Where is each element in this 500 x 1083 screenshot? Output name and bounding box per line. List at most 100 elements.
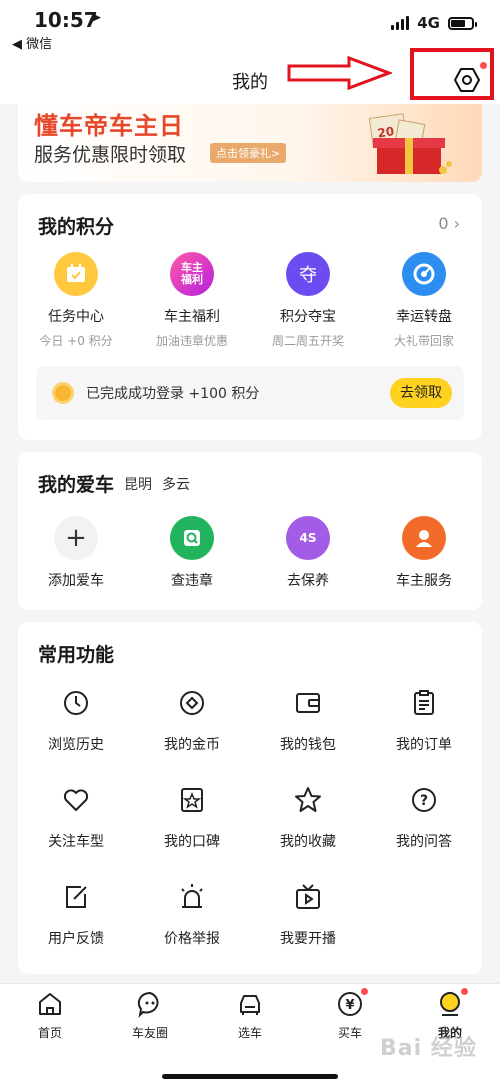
func-label: 价格举报 [164,931,220,947]
promo-banner[interactable]: 懂车帝车主日 服务优惠限时领取 点击领豪礼> 20 [18,104,482,182]
points-item-label: 任务中心 [48,309,104,325]
func-label: 我的口碑 [164,834,220,850]
points-item-desc: 加油违章优惠 [155,334,228,348]
points-card: 我的积分 0 › 任务中心 今日 +0 积分 车主福利 车主福利 加油违章优惠 … [18,194,482,440]
tab-label: 选车 [237,1026,262,1040]
func-label: 我的收藏 [280,834,336,850]
func-label: 我的钱包 [280,737,336,753]
chevron-right-icon: › [453,214,460,233]
functions-title: 常用功能 [38,644,115,666]
func-my-wallet[interactable]: 我的钱包 [250,688,366,785]
annotation-arrow [287,56,392,90]
car-item-violation[interactable]: 查违章 [134,516,250,590]
car-item-service[interactable]: 车主服务 [366,516,482,590]
buy-car-notification-dot [361,988,368,995]
func-my-favorites[interactable]: 我的收藏 [250,785,366,882]
func-label: 我的金币 [164,737,220,753]
network-type: 4G [417,14,440,32]
yuan-icon: ¥ [336,988,368,1018]
banner-title: 懂车帝车主日 [34,112,184,140]
points-item-desc: 周二周五开奖 [271,334,344,348]
car-item-maintenance[interactable]: 4S 去保养 [250,516,366,590]
points-value[interactable]: 0 › [438,214,460,233]
car-item-label: 添加爱车 [48,573,104,589]
car-item-label: 车主服务 [396,573,452,589]
clock-icon [64,691,88,715]
func-price-report[interactable]: 价格举报 [134,882,250,979]
status-indicators: 4G [391,14,477,32]
feedback-icon [66,886,87,908]
points-item-label: 幸运转盘 [396,309,452,325]
watermark: Bai 经验 [380,1036,477,1061]
annotation-highlight-box [410,48,494,100]
svg-text:?: ? [420,793,428,809]
welfare-badge-icon: 车主福利 [170,252,214,296]
welfare-badge-text: 车主福利 [181,261,203,286]
func-my-reviews[interactable]: 我的口碑 [134,785,250,882]
func-label: 我的问答 [396,834,452,850]
tab-community[interactable]: 车友圈 [100,990,200,1041]
points-item-welfare[interactable]: 车主福利 车主福利 加油违章优惠 [134,252,250,349]
func-user-feedback[interactable]: 用户反馈 [18,882,134,979]
star-icon [295,787,321,812]
func-label: 我要开播 [280,931,336,947]
coin-icon [52,382,74,404]
car-weather: 多云 [162,477,190,493]
points-item-lucky-wheel[interactable]: 幸运转盘 大礼带回家 [366,252,482,349]
func-my-coins[interactable]: 我的金币 [134,688,250,785]
func-my-qa[interactable]: ? 我的问答 [366,785,482,882]
home-indicator [162,1074,338,1079]
functions-grid: 浏览历史 我的金币 我的钱包 我的订单 关注车型 我的口碑 我的收藏 ? 我的问 [18,688,482,979]
func-label: 关注车型 [48,834,104,850]
settings-notification-dot [480,62,487,69]
tab-choose-car[interactable]: 选车 [200,990,300,1041]
banner-button[interactable]: 点击领豪礼> [210,143,287,163]
banner-subtitle: 服务优惠限时领取 [34,144,187,166]
login-reward-bar: 已完成成功登录 +100 积分 去领取 [36,366,464,420]
settings-hexagon-icon[interactable] [453,66,481,94]
my-car-card: 我的爱车 昆明 多云 + 添加爱车 查违章 4S 去保养 车主服务 [18,452,482,610]
review-icon [181,788,203,812]
claim-button[interactable]: 去领取 [390,378,452,408]
login-reward-text: 已完成成功登录 +100 积分 [86,386,260,402]
points-grid: 任务中心 今日 +0 积分 车主福利 车主福利 加油违章优惠 夺 积分夺宝 周二… [18,252,482,349]
violation-icon [170,516,214,560]
profile-notification-dot [461,988,468,995]
points-title: 我的积分 [38,216,115,238]
profile-icon [436,988,468,1018]
points-item-treasure[interactable]: 夺 积分夺宝 周二周五开奖 [250,252,366,349]
tv-icon [296,884,320,909]
points-item-label: 积分夺宝 [280,309,336,325]
order-icon [414,690,434,715]
tab-home[interactable]: 首页 [0,990,100,1041]
func-browse-history[interactable]: 浏览历史 [18,688,134,785]
signal-icon [391,16,410,30]
status-time: 10:57 [34,8,98,32]
func-my-orders[interactable]: 我的订单 [366,688,482,785]
back-to-wechat[interactable]: ◀ 微信 [12,33,52,52]
car-item-add[interactable]: + 添加爱车 [18,516,134,590]
question-icon: ? [412,788,436,812]
battery-icon [448,16,477,30]
maintenance-icon: 4S [286,516,330,560]
maintenance-badge-text: 4S [299,531,317,545]
func-label: 用户反馈 [48,931,104,947]
home-icon [36,990,64,1018]
plus-icon: + [54,516,98,560]
points-item-task-center[interactable]: 任务中心 今日 +0 积分 [18,252,134,349]
my-car-title: 我的爱车 [38,474,115,496]
car-grid: + 添加爱车 查违章 4S 去保养 车主服务 [18,516,482,590]
points-item-desc: 今日 +0 积分 [39,334,113,348]
alarm-icon [181,884,203,908]
calendar-icon [54,252,98,296]
car-location: 昆明 [124,477,152,493]
car-icon [236,990,264,1018]
tab-label: 首页 [37,1026,62,1040]
func-label: 我的订单 [396,737,452,753]
chat-icon [136,990,164,1018]
car-item-label: 查违章 [171,573,213,589]
func-go-live[interactable]: 我要开播 [250,882,366,979]
location-arrow-icon: ➤ [90,10,102,26]
treasure-badge-text: 夺 [299,265,317,286]
func-followed-models[interactable]: 关注车型 [18,785,134,882]
